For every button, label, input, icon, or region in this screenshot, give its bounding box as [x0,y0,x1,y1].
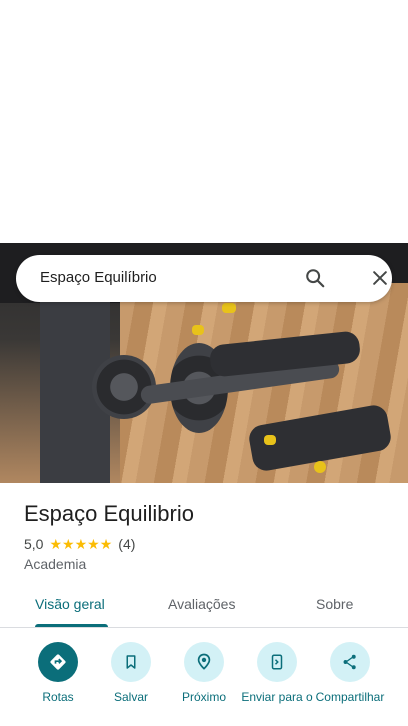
bookmark-icon [111,642,151,682]
send-to-phone-icon [257,642,297,682]
tab-overview[interactable]: Visão geral [35,596,105,612]
close-icon[interactable] [370,268,390,288]
place-category: Academia [24,556,87,572]
rating-value: 5,0 [24,536,44,552]
share-icon [330,642,370,682]
directions-icon [38,642,78,682]
photo-yellow-cap [314,461,326,473]
send-to-phone-button[interactable]: Enviar para o [239,642,315,705]
share-label: Compartilhar [315,690,385,704]
tab-active-indicator [35,624,108,627]
search-query[interactable]: Espaço Equilíbrio [40,269,157,286]
share-button[interactable]: Compartilhar [312,642,388,705]
rating-stars: ★ ★ ★ ★ ★ [49,537,112,551]
photo-yellow-cap [192,325,204,335]
review-count[interactable]: (4) [118,536,135,552]
photo-yellow-cap [264,435,276,445]
nearby-label: Próximo [181,690,226,704]
rating-row[interactable]: 5,0 ★ ★ ★ ★ ★ (4) [24,536,135,552]
star-icon: ★ [87,536,100,552]
directions-label: Rotas [42,690,74,704]
nearby-icon [184,642,224,682]
nearby-button[interactable]: Próximo [166,642,242,705]
tab-bar: Visão geral Avaliações Sobre [0,590,408,628]
place-title: Espaço Equilibrio [24,501,194,526]
photo-yellow-cap [222,303,236,313]
send-to-phone-label: Enviar para o [241,690,313,704]
save-label: Salvar [113,690,148,704]
tab-reviews[interactable]: Avaliações [168,596,235,612]
action-bar: Rotas Salvar Próximo Enviar para o Compa… [0,640,408,726]
star-icon: ★ [49,536,63,552]
search-icon[interactable] [304,267,326,289]
search-bar[interactable]: Espaço Equilíbrio [16,255,392,302]
directions-button[interactable]: Rotas [20,642,96,705]
tab-about[interactable]: Sobre [316,596,353,612]
star-icon: ★ [74,536,88,552]
save-button[interactable]: Salvar [93,642,169,705]
map-area [0,0,408,243]
star-icon: ★ [62,536,75,552]
star-icon: ★ [99,536,113,552]
